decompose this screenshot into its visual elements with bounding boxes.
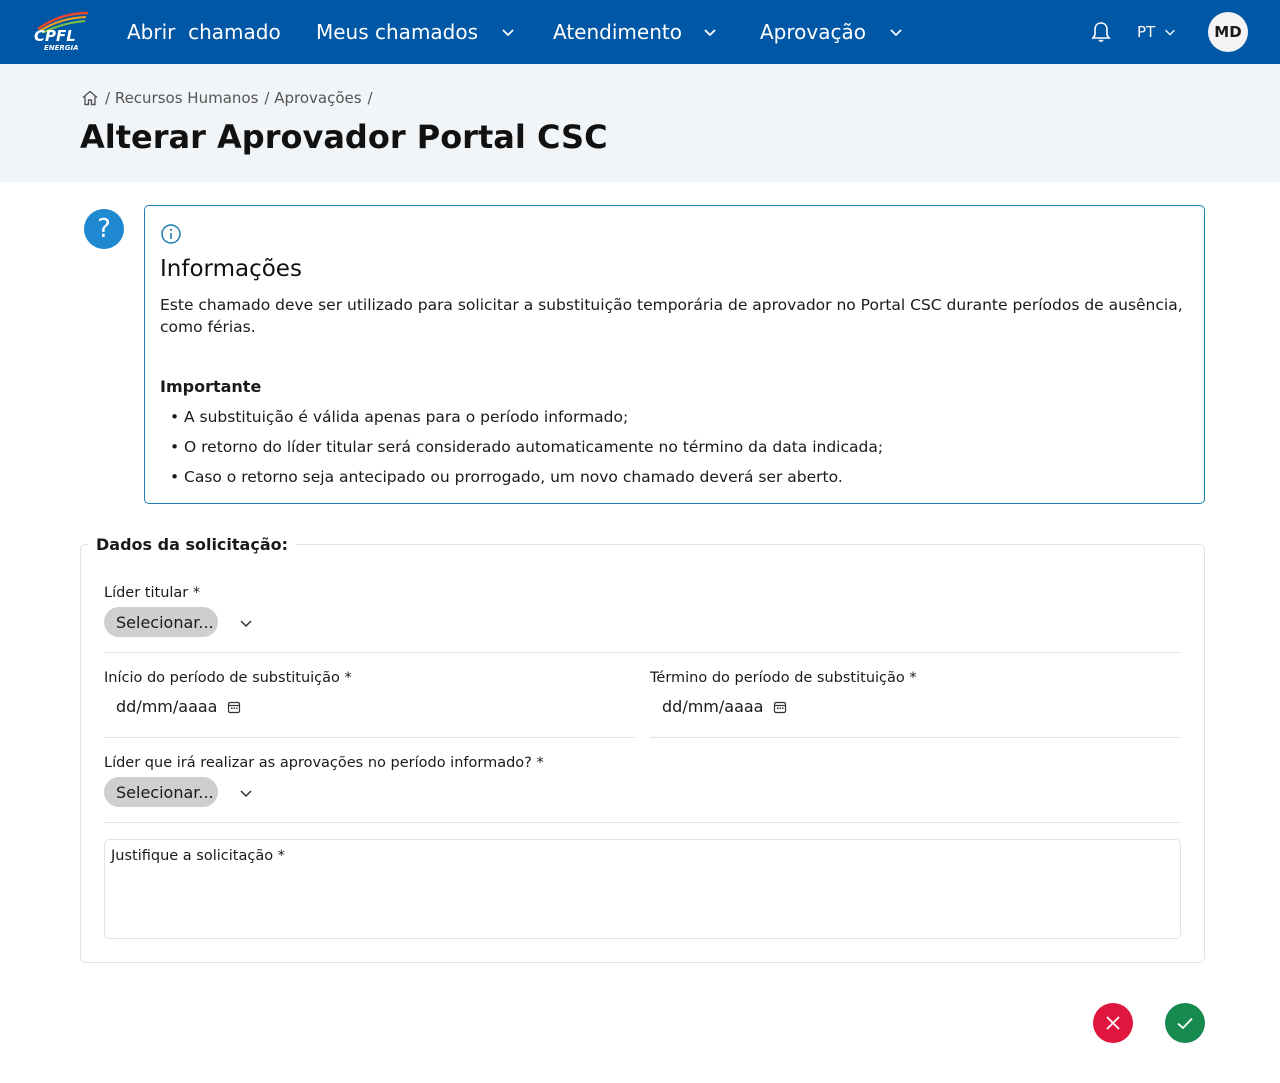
info-panel: Informações Este chamado deve ser utiliz…	[144, 205, 1205, 504]
termino-date-input[interactable]: dd/mm/aaaa	[662, 697, 787, 716]
divider	[650, 737, 1181, 738]
form-legend: Dados da solicitação:	[88, 535, 297, 554]
bell-icon[interactable]	[1090, 20, 1112, 44]
calendar-icon[interactable]	[227, 700, 241, 714]
nav-atendimento-label: Atendimento	[553, 20, 682, 44]
chevron-down-icon	[704, 29, 716, 37]
user-avatar[interactable]: MD	[1208, 12, 1248, 52]
lider-aprovador-select[interactable]: Selecionar...	[104, 777, 218, 807]
top-navigation-bar: CPFL ENERGIA Abrir chamado Meus chamados…	[0, 0, 1280, 64]
breadcrumb-separator: /	[367, 89, 373, 107]
check-icon	[1177, 1017, 1193, 1030]
bullet-text: O retorno do líder titular será consider…	[184, 438, 884, 456]
language-label: PT	[1137, 23, 1156, 41]
language-selector[interactable]: PT	[1137, 0, 1177, 64]
chevron-down-icon	[890, 29, 902, 37]
list-item: • A substituição é válida apenas para o …	[170, 408, 629, 426]
inicio-date-input[interactable]: dd/mm/aaaa	[116, 697, 241, 716]
question-icon[interactable]: ?	[84, 209, 124, 249]
justificativa-textarea[interactable]: Justifique a solicitação *	[104, 839, 1181, 939]
breadcrumb: / Recursos Humanos / Aprovações /	[81, 89, 373, 107]
cpfl-logo[interactable]: CPFL ENERGIA	[30, 11, 90, 53]
bullet-text: Caso o retorno seja antecipado ou prorro…	[184, 468, 843, 486]
calendar-icon[interactable]	[773, 700, 787, 714]
chevron-down-icon[interactable]	[238, 785, 254, 801]
chevron-down-icon[interactable]	[238, 615, 254, 631]
confirm-button[interactable]	[1165, 1003, 1205, 1043]
info-description: Este chamado deve ser utilizado para sol…	[160, 296, 1183, 336]
nav-aprovacao[interactable]: Aprovação	[760, 0, 904, 64]
lider-titular-label: Líder titular *	[104, 585, 201, 601]
page-title: Alterar Aprovador Portal CSC	[80, 118, 608, 156]
cancel-button[interactable]	[1093, 1003, 1133, 1043]
breadcrumb-recursos-humanos[interactable]: / Recursos Humanos	[105, 89, 258, 107]
bullet-text: A substituição é válida apenas para o pe…	[184, 408, 629, 426]
info-icon	[161, 224, 181, 244]
list-item: • Caso o retorno seja antecipado ou pror…	[170, 468, 843, 486]
logo-text: CPFL	[34, 27, 76, 45]
lider-aprovador-label: Líder que irá realizar as aprovações no …	[104, 755, 544, 771]
justificativa-label: Justifique a solicitação *	[111, 848, 285, 864]
lider-aprovador-value: Selecionar...	[116, 782, 214, 802]
chevron-down-icon	[1165, 29, 1176, 36]
nav-atendimento[interactable]: Atendimento	[553, 0, 718, 64]
info-title: Informações	[160, 256, 302, 282]
inicio-placeholder: dd/mm/aaaa	[116, 697, 218, 716]
nav-abrir-chamado[interactable]: Abrir chamado	[127, 0, 281, 64]
divider	[104, 737, 635, 738]
chevron-down-icon	[502, 29, 514, 37]
lider-titular-value: Selecionar...	[116, 612, 214, 632]
nav-abrir-chamado-label: Abrir chamado	[127, 20, 281, 44]
nav-meus-chamados-label: Meus chamados	[316, 20, 479, 44]
divider	[104, 822, 1181, 823]
divider	[104, 652, 1181, 653]
nav-meus-chamados[interactable]: Meus chamados	[316, 0, 516, 64]
nav-aprovacao-label: Aprovação	[760, 20, 866, 44]
lider-titular-select[interactable]: Selecionar...	[104, 607, 218, 637]
list-item: • O retorno do líder titular será consid…	[170, 438, 884, 456]
home-icon[interactable]	[81, 89, 99, 107]
logo-subtext: ENERGIA	[44, 44, 79, 52]
termino-label: Término do período de substituição *	[650, 670, 917, 686]
inicio-label: Início do período de substituição *	[104, 670, 352, 686]
info-important-heading: Importante	[160, 377, 262, 396]
avatar-initials: MD	[1214, 23, 1242, 41]
termino-placeholder: dd/mm/aaaa	[662, 697, 764, 716]
breadcrumb-aprovacoes[interactable]: / Aprovações	[264, 89, 361, 107]
close-icon	[1106, 1016, 1120, 1030]
